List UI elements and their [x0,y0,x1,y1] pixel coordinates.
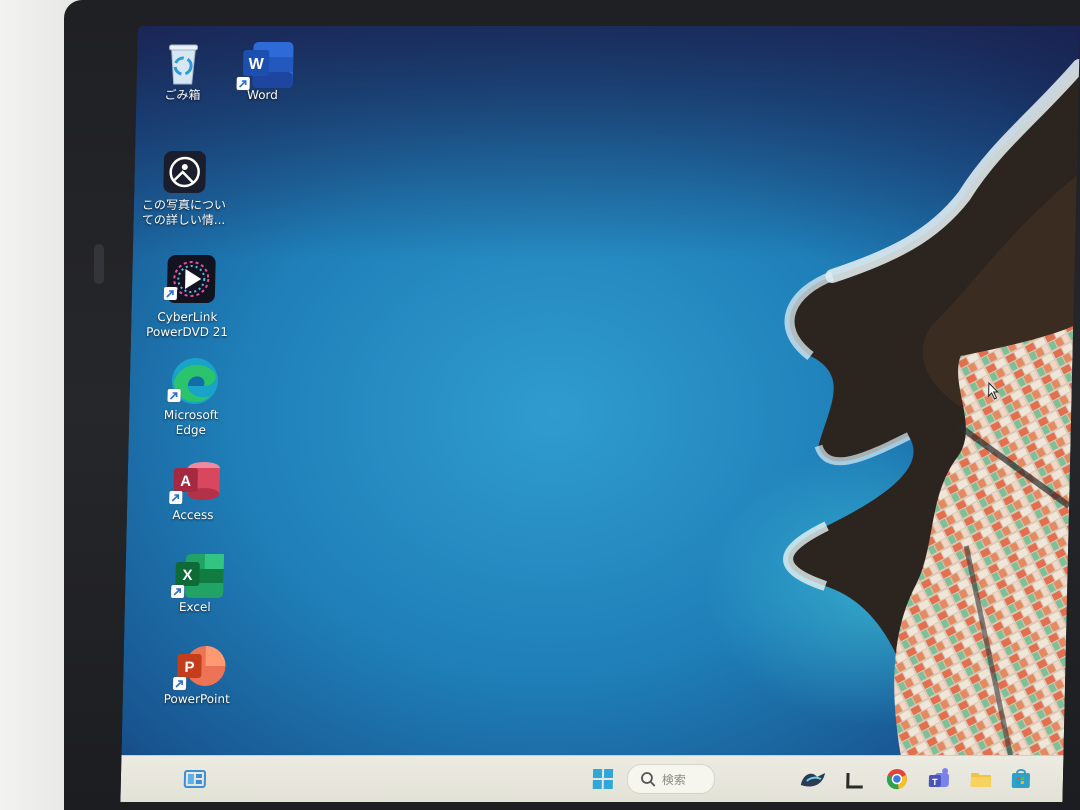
start-icon [592,769,614,789]
start-button[interactable] [591,767,616,791]
svg-text:A: A [180,473,191,490]
search-placeholder: 検索 [661,773,687,787]
desktop-wallpaper [120,26,1080,802]
teams-icon: T [928,768,949,787]
recycle-bin-icon [161,40,206,85]
widgets-icon [183,770,207,788]
word-icon: W [236,40,294,90]
chrome-icon [886,769,907,790]
desktop-icon-label: CyberLink PowerDVD 21 [145,310,229,339]
desktop-icon-powerpoint[interactable]: P PowerPoint [149,644,246,707]
desktop-icon-excel[interactable]: X Excel [147,552,244,615]
store-icon [1011,769,1031,788]
file-explorer-icon [970,773,992,787]
desktop-icon-label: PowerPoint [163,692,230,706]
desktop-icon-label: Microsoft Edge [163,408,219,437]
desktop-icon-word[interactable]: W Word [214,40,311,103]
shortcut-arrow-icon [172,677,187,690]
desktop-icon-photo-info[interactable]: この写真につい ての詳しい情... [135,150,233,228]
edge-icon [167,356,218,404]
copilot-button[interactable] [797,767,830,791]
mouse-cursor-icon [988,382,999,400]
svg-text:W: W [248,56,264,73]
svg-text:X: X [182,567,192,584]
powerdvd-icon [163,254,216,303]
excel-icon: X [171,552,225,598]
shortcut-arrow-icon [167,389,181,402]
shortcut-arrow-icon [236,77,250,90]
bezel-latch [94,244,104,284]
taskbar-search-input[interactable]: 検索 [626,764,716,794]
desktop-icon-edge[interactable]: Microsoft Edge [143,356,241,438]
desktop-icon-powerdvd[interactable]: CyberLink PowerDVD 21 [139,254,237,340]
svg-text:T: T [932,777,938,787]
widgets-button[interactable] [183,767,208,791]
copilot-icon [800,773,826,787]
task-view-icon [846,773,863,789]
desktop-icon-label: この写真につい ての詳しい情... [141,198,227,227]
svg-text:P: P [184,659,194,676]
screen: ごみ箱 W Word この写真につい ての詳しい情... CyberLink P… [120,26,1080,802]
shortcut-arrow-icon [171,585,185,598]
chrome-button[interactable] [885,767,910,791]
shortcut-arrow-icon [163,287,178,300]
photo-info-icon [162,150,207,194]
store-button[interactable] [1009,767,1034,791]
shortcut-arrow-icon [169,491,183,504]
desktop-icon-access[interactable]: A Access [145,458,242,523]
desktop-icon-label: Excel [178,600,211,614]
search-icon [641,772,656,787]
desktop-icon-label: Word [246,88,279,102]
file-explorer-button[interactable] [969,767,994,791]
desktop-icon-label: Access [172,508,214,522]
powerpoint-icon: P [172,644,226,690]
teams-button[interactable]: T [927,767,952,791]
task-view-button[interactable] [843,767,868,791]
access-icon: A [169,458,220,504]
taskbar: 検索 T [120,755,1064,802]
